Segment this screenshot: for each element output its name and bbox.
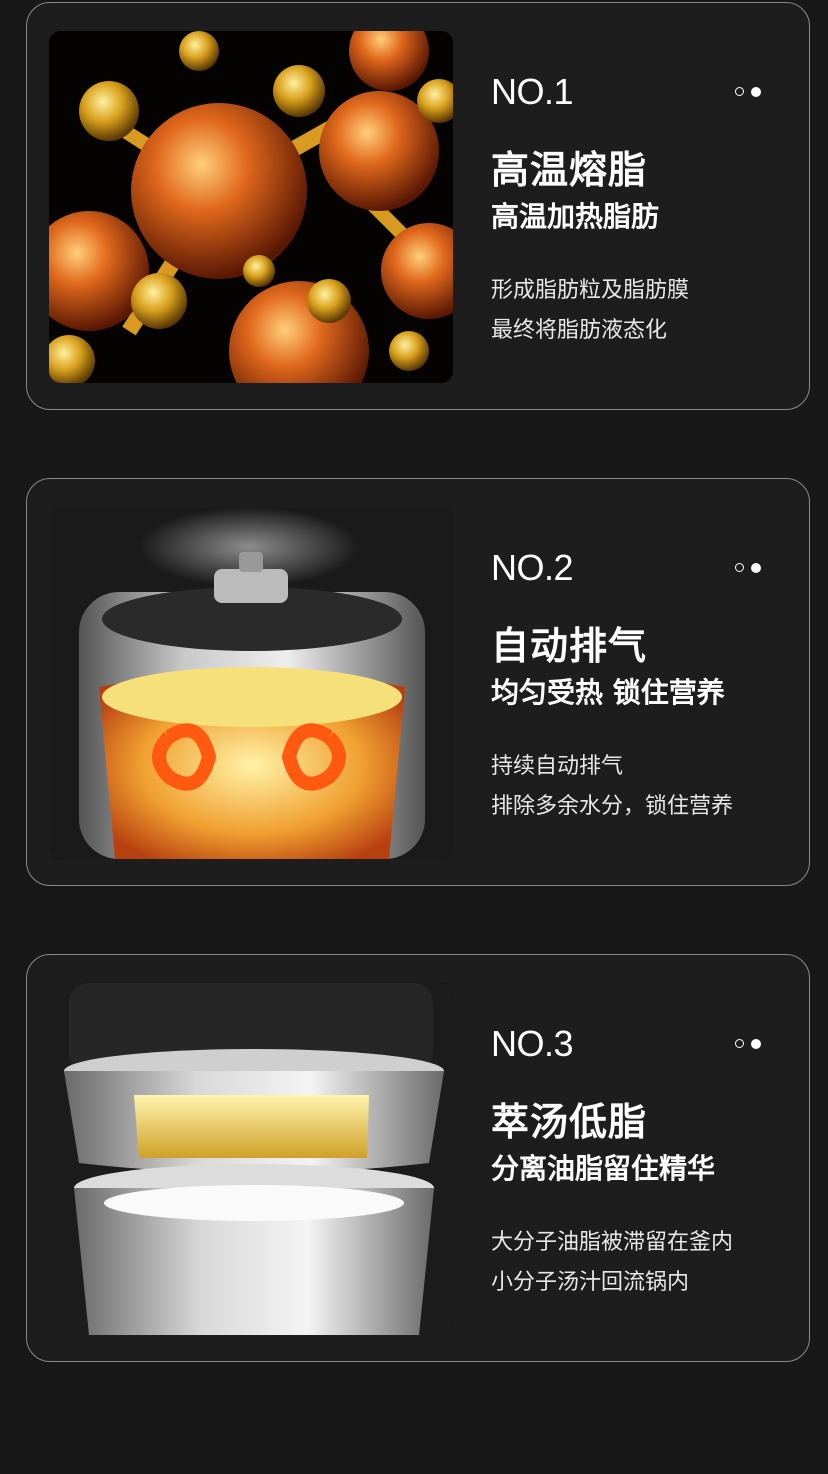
feature-title: 萃汤低脂 <box>491 1100 648 1144</box>
description-line-1: 大分子油脂被滞留在釜内 <box>491 1230 734 1255</box>
feature-description: 持续自动排气 排除多余水分，锁住营养 <box>491 747 733 827</box>
fat-molecules-image <box>49 31 453 383</box>
feature-title: 高温熔脂 <box>491 148 648 192</box>
feature-subtitle: 分离油脂留住精华 <box>491 1152 716 1185</box>
description-line-2: 排除多余水分，锁住营养 <box>491 794 734 819</box>
description-line-1: 形成脂肪粒及脂肪膜 <box>491 278 690 303</box>
feature-card-3: NO.3 萃汤低脂 分离油脂留住精华 大分子油脂被滞留在釜内 小分子汤汁回流锅内 <box>26 954 810 1362</box>
dots-icon <box>735 1038 765 1050</box>
description-line-2: 最终将脂肪液态化 <box>491 318 668 343</box>
pressure-cooker-image <box>49 507 453 859</box>
description-line-2: 小分子汤汁回流锅内 <box>491 1270 690 1295</box>
feature-number: NO.1 <box>491 71 574 112</box>
feature-card-1: NO.1 高温熔脂 高温加热脂肪 形成脂肪粒及脂肪膜 最终将脂肪液态化 <box>26 2 810 410</box>
feature-number: NO.2 <box>491 547 574 588</box>
feature-number: NO.3 <box>491 1023 574 1064</box>
description-line-1: 持续自动排气 <box>491 754 624 779</box>
feature-title: 自动排气 <box>491 624 648 668</box>
dots-icon <box>735 86 765 98</box>
feature-subtitle: 均匀受热 锁住营养 <box>491 676 725 709</box>
steel-pots-image <box>49 983 453 1335</box>
feature-subtitle: 高温加热脂肪 <box>491 200 660 233</box>
feature-card-2: NO.2 自动排气 均匀受热 锁住营养 持续自动排气 排除多余水分，锁住营养 <box>26 478 810 886</box>
dots-icon <box>735 562 765 574</box>
feature-description: 大分子油脂被滞留在釜内 小分子汤汁回流锅内 <box>491 1223 733 1303</box>
feature-description: 形成脂肪粒及脂肪膜 最终将脂肪液态化 <box>491 271 689 351</box>
